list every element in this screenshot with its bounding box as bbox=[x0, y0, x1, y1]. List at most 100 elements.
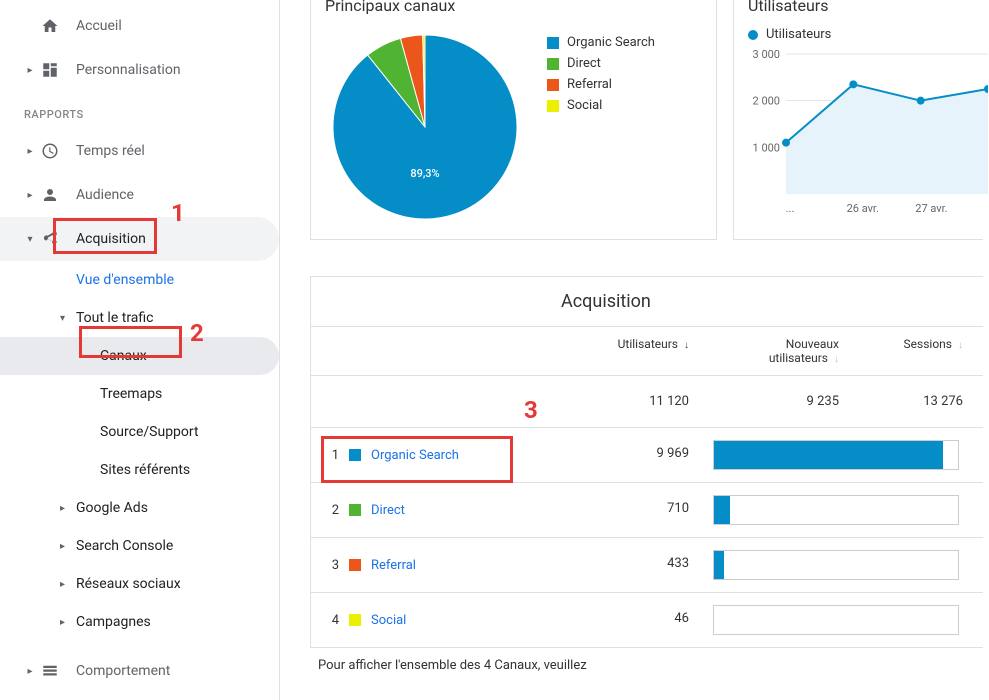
legend-color-icon bbox=[547, 79, 559, 91]
nav-home[interactable]: Accueil bbox=[0, 4, 279, 48]
nav-label: Accueil bbox=[76, 18, 122, 34]
nav-acquisition[interactable]: ▾ Acquisition bbox=[0, 217, 279, 261]
row-index: 4 bbox=[323, 613, 339, 628]
subnav-overview[interactable]: Vue d'ensemble bbox=[0, 261, 279, 299]
nav-label: Personnalisation bbox=[76, 62, 181, 78]
table-header-row: Utilisateurs↓ Nouveaux utilisateurs↓ Ses… bbox=[311, 327, 983, 376]
subnav-label: Campagnes bbox=[76, 614, 151, 630]
nav-attribution[interactable]: AttributionBÊTA bbox=[0, 693, 279, 700]
main-content: Principaux canaux 89,3% Organic SearchDi… bbox=[280, 0, 989, 700]
share-icon bbox=[40, 229, 60, 249]
channel-link[interactable]: Direct bbox=[371, 503, 405, 518]
row-index: 2 bbox=[323, 503, 339, 518]
cell-bar bbox=[701, 538, 983, 592]
subnav-acquisition: Vue d'ensemble ▾ Tout le trafic Canaux T… bbox=[0, 261, 279, 641]
legend-color-icon bbox=[547, 100, 559, 112]
table-row: 2 Direct 710 bbox=[311, 483, 983, 538]
sort-icon: ↓ bbox=[834, 354, 839, 365]
acquisition-table: Acquisition Utilisateurs↓ Nouveaux utili… bbox=[310, 276, 983, 648]
user-icon bbox=[40, 185, 60, 205]
subnav-search-console[interactable]: ▸Search Console bbox=[0, 527, 279, 565]
nav-label: Audience bbox=[76, 187, 134, 203]
subnav-campaigns[interactable]: ▸ Campagnes bbox=[0, 603, 279, 641]
nav-label: Acquisition bbox=[76, 231, 146, 247]
channel-link[interactable]: Organic Search bbox=[371, 448, 459, 463]
subnav-source-medium[interactable]: Source/Support bbox=[0, 413, 279, 451]
legend-color-icon bbox=[547, 37, 559, 49]
caret-icon: ▸ bbox=[60, 579, 72, 590]
svg-text:...: ... bbox=[786, 202, 795, 215]
row-index: 1 bbox=[323, 448, 339, 463]
legend-item[interactable]: Referral bbox=[547, 77, 655, 92]
cell-users: 433 bbox=[551, 538, 701, 592]
pie-chart: 89,3% bbox=[325, 27, 525, 227]
line-legend: Utilisateurs bbox=[748, 27, 983, 42]
sidebar: Accueil ▸ Personnalisation RAPPORTS ▸ Te… bbox=[0, 0, 280, 700]
channel-link[interactable]: Referral bbox=[371, 558, 416, 573]
legend-label: Referral bbox=[567, 77, 612, 92]
legend-label: Organic Search bbox=[567, 35, 655, 50]
legend-item[interactable]: Direct bbox=[547, 56, 655, 71]
clock-icon bbox=[40, 141, 60, 161]
channel-color-icon bbox=[349, 504, 361, 516]
grid-icon bbox=[40, 60, 60, 80]
cell-users: 9 969 bbox=[551, 428, 701, 482]
svg-text:3 000: 3 000 bbox=[753, 48, 780, 61]
home-icon bbox=[40, 16, 60, 36]
nav-realtime[interactable]: ▸ Temps réel bbox=[0, 129, 279, 173]
users-line-card: Utilisateurs Utilisateurs 1 000 2 000 3 00… bbox=[733, 0, 983, 240]
caret-icon: ▸ bbox=[60, 503, 72, 514]
svg-text:1 000: 1 000 bbox=[753, 141, 780, 154]
channel-link[interactable]: Social bbox=[371, 613, 406, 628]
pie-legend: Organic Search Direct Referral Social bbox=[547, 35, 655, 227]
subnav-channels[interactable]: Canaux bbox=[0, 337, 279, 375]
channel-color-icon bbox=[349, 449, 361, 461]
nav-behavior[interactable]: ▸ Comportement bbox=[0, 649, 279, 693]
table-row: 3Referral433 bbox=[311, 538, 983, 593]
channel-color-icon bbox=[349, 559, 361, 571]
table-totals-row: 11 120 9 235 13 276 bbox=[311, 376, 983, 428]
legend-label: Social bbox=[567, 98, 602, 113]
table-row: 4 Social 46 bbox=[311, 593, 983, 647]
total-sessions: 13 276 bbox=[851, 376, 983, 427]
subnav-google-ads[interactable]: ▸Google Ads bbox=[0, 489, 279, 527]
caret-down-icon: ▾ bbox=[24, 234, 36, 245]
nav-audience[interactable]: ▸ Audience bbox=[0, 173, 279, 217]
svg-text:2 000: 2 000 bbox=[753, 95, 780, 108]
table-row: 1 Organic Search 9 969 bbox=[311, 428, 983, 483]
caret-icon: ▸ bbox=[60, 541, 72, 552]
cell-users: 710 bbox=[551, 483, 701, 537]
cell-bar bbox=[701, 483, 983, 537]
col-header-users[interactable]: Utilisateurs↓ bbox=[551, 327, 701, 375]
legend-label: Direct bbox=[567, 56, 601, 71]
table-section-title: Acquisition bbox=[311, 277, 983, 327]
subnav-referrals[interactable]: Sites référents bbox=[0, 451, 279, 489]
caret-icon: ▸ bbox=[24, 666, 36, 677]
list-icon bbox=[40, 661, 60, 681]
cell-bar bbox=[701, 593, 983, 647]
cell-users: 46 bbox=[551, 593, 701, 647]
sort-desc-icon: ↓ bbox=[684, 340, 689, 351]
subnav-treemaps[interactable]: Treemaps bbox=[0, 375, 279, 413]
caret-down-icon: ▾ bbox=[60, 313, 72, 324]
col-header-new-users[interactable]: Nouveaux utilisateurs↓ bbox=[701, 327, 851, 375]
sort-icon: ↓ bbox=[958, 340, 963, 351]
subnav-social[interactable]: ▸Réseaux sociaux bbox=[0, 565, 279, 603]
line-chart: 1 000 2 000 3 000... 26 avr. 27 avr. bbox=[748, 48, 988, 218]
legend-item[interactable]: Organic Search bbox=[547, 35, 655, 50]
cell-bar bbox=[701, 428, 983, 482]
nav-personalization[interactable]: ▸ Personnalisation bbox=[0, 48, 279, 92]
legend-item[interactable]: Social bbox=[547, 98, 655, 113]
nav-label: Temps réel bbox=[76, 143, 145, 159]
top-channels-card: Principaux canaux 89,3% Organic SearchDi… bbox=[310, 0, 717, 240]
col-header-sessions[interactable]: Sessions↓ bbox=[851, 327, 983, 375]
table-footnote: Pour afficher l'ensemble des 4 Canaux, v… bbox=[310, 648, 983, 673]
nav-label: Comportement bbox=[76, 663, 170, 679]
subnav-all-traffic[interactable]: ▾ Tout le trafic bbox=[0, 299, 279, 337]
card-title: Utilisateurs bbox=[748, 0, 983, 15]
caret-icon: ▸ bbox=[60, 617, 72, 628]
caret-icon: ▸ bbox=[24, 65, 36, 76]
svg-text:27 avr.: 27 avr. bbox=[915, 202, 947, 215]
svg-text:26 avr.: 26 avr. bbox=[847, 202, 879, 215]
channel-color-icon bbox=[349, 614, 361, 626]
